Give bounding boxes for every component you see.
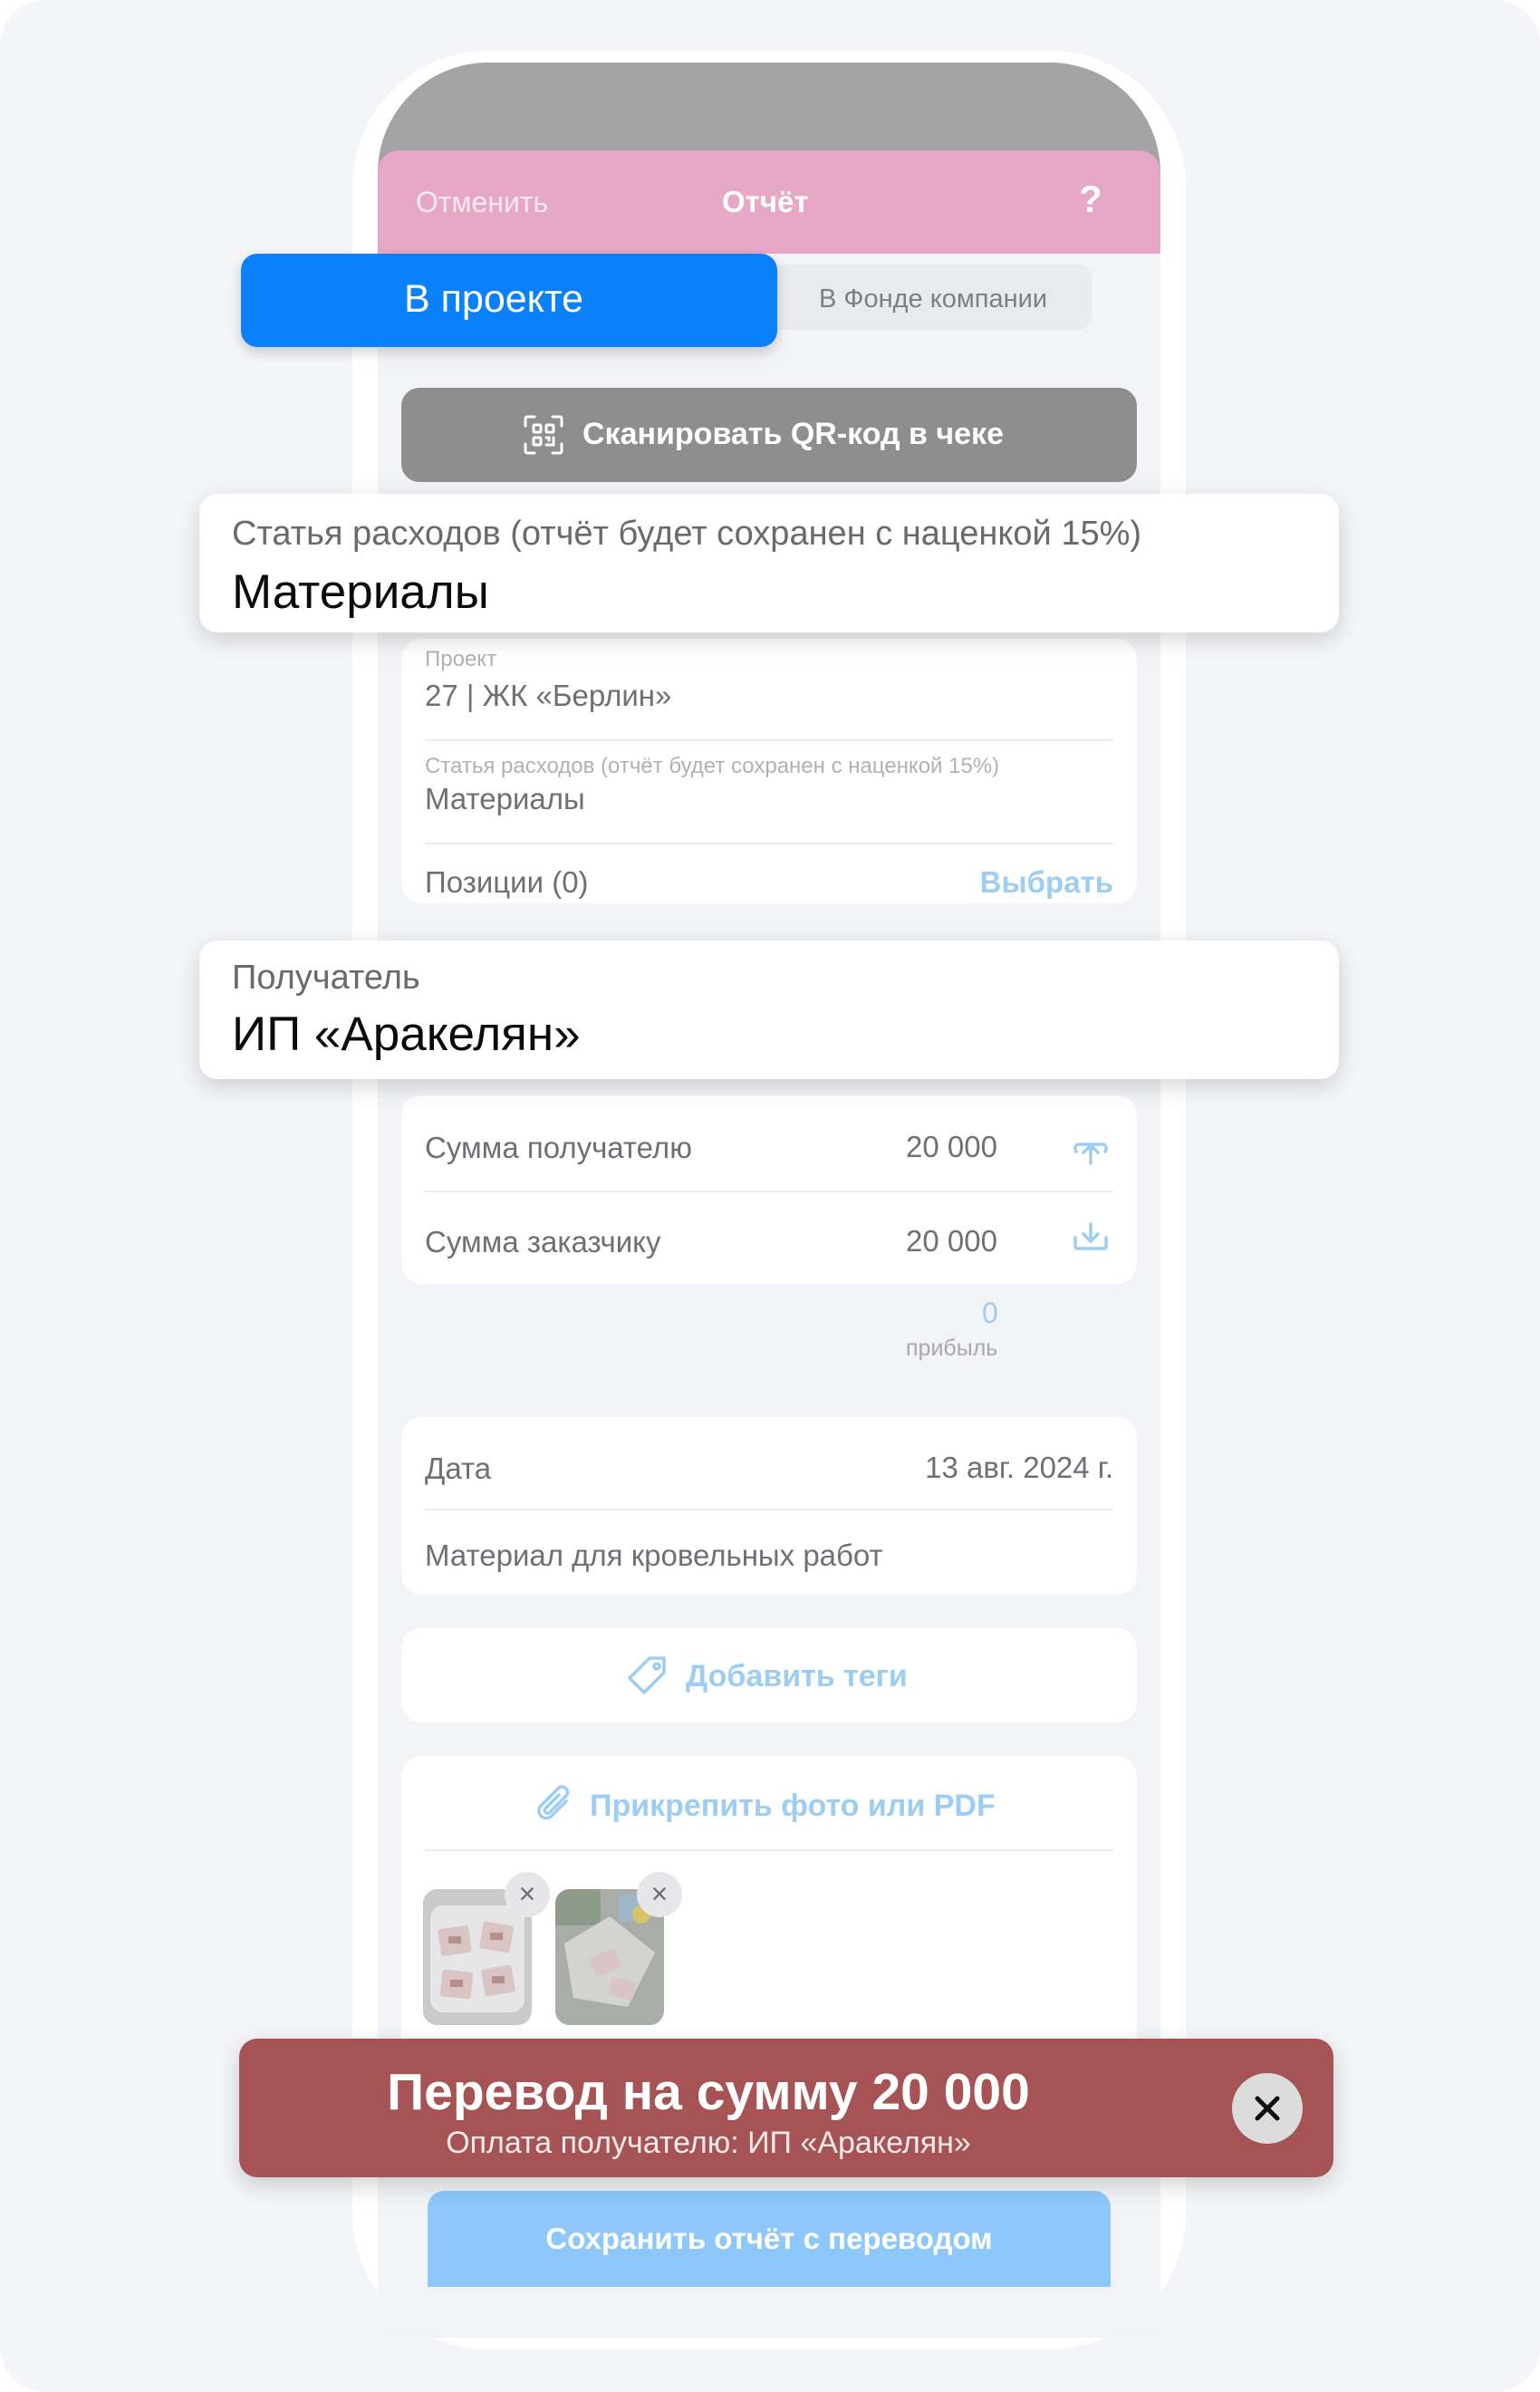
close-icon — [1255, 2096, 1280, 2121]
attach-label[interactable]: Прикрепить фото или PDF — [590, 1789, 996, 1824]
download-icon[interactable] — [1072, 1221, 1110, 1254]
expense-callout-label: Статья расходов (отчёт будет сохранен с … — [232, 515, 1142, 553]
recipient-callout-value: ИП «Аракелян» — [232, 1008, 581, 1061]
attachments-card: Прикрепить фото или PDF × × — [401, 1756, 1137, 2055]
date-label: Дата — [425, 1452, 492, 1485]
comment-text[interactable]: Материал для кровельных работ — [425, 1538, 883, 1573]
app-screen: Отменить Отчёт ? В Фонде компании Сканир… — [378, 63, 1160, 2338]
upload-icon[interactable] — [1072, 1133, 1110, 1166]
segment-company-fund-label: В Фонде компании — [819, 285, 1048, 313]
customer-amount-value[interactable]: 20 000 — [906, 1224, 997, 1259]
divider — [425, 843, 1113, 844]
help-button[interactable]: ? — [1079, 178, 1102, 221]
expense-callout: Статья расходов (отчёт будет сохранен с … — [199, 494, 1339, 632]
qr-scan-icon — [524, 415, 563, 455]
date-value[interactable]: 13 авг. 2024 г. — [925, 1451, 1113, 1485]
select-positions-link[interactable]: Выбрать — [980, 865, 1113, 900]
profit-label: прибыль — [906, 1336, 998, 1361]
scan-qr-label: Сканировать QR-код в чеке — [582, 417, 1004, 451]
paperclip-icon — [537, 1785, 570, 1820]
add-tags-button[interactable]: Добавить теги — [401, 1628, 1137, 1722]
recipient-callout-label: Получатель — [232, 959, 420, 997]
divider — [425, 1191, 1113, 1192]
project-label: Проект — [425, 647, 497, 671]
amounts-card: Сумма получателю 20 000 Сумма заказчику … — [401, 1095, 1137, 1284]
date-card: Дата 13 авг. 2024 г. Материал для кровел… — [401, 1417, 1137, 1595]
recipient-callout: Получатель ИП «Аракелян» — [199, 940, 1339, 1079]
expense-label: Статья расходов (отчёт будет сохранен с … — [425, 754, 1000, 778]
customer-amount-label: Сумма заказчику — [425, 1225, 661, 1259]
segment-in-project-label: В проекте — [404, 277, 584, 321]
divider — [425, 1849, 1113, 1851]
toast-subtitle: Оплата получателю: ИП «Аракелян» — [446, 2126, 971, 2160]
toast-title: Перевод на сумму 20 000 — [387, 2063, 1030, 2121]
page-title: Отчёт — [722, 185, 809, 218]
positions-label: Позиции (0) — [425, 865, 589, 899]
close-toast-button[interactable] — [1232, 2073, 1303, 2144]
details-card: Проект 27 | ЖК «Берлин» Статья расходов … — [401, 639, 1137, 903]
recipient-amount-label: Сумма получателю — [425, 1131, 692, 1164]
profit-value: 0 — [982, 1297, 998, 1329]
expense-value[interactable]: Материалы — [425, 782, 585, 816]
remove-attachment-button[interactable]: × — [637, 1872, 682, 1917]
segment-company-fund[interactable]: В Фонде компании — [777, 265, 1092, 330]
recipient-amount-value[interactable]: 20 000 — [906, 1130, 997, 1164]
scan-qr-button[interactable]: Сканировать QR-код в чеке — [401, 388, 1137, 482]
transfer-toast: Перевод на сумму 20 000 Оплата получател… — [239, 2039, 1333, 2177]
divider — [425, 739, 1113, 741]
cancel-button[interactable]: Отменить — [416, 186, 548, 219]
remove-attachment-button[interactable]: × — [505, 1872, 550, 1917]
nav-bar: Отменить Отчёт ? — [378, 150, 1160, 254]
expense-callout-value: Материалы — [232, 565, 489, 619]
save-report-button[interactable]: Сохранить отчёт с переводом — [428, 2191, 1111, 2287]
add-tags-label: Добавить теги — [686, 1659, 908, 1693]
save-report-label: Сохранить отчёт с переводом — [545, 2222, 993, 2255]
project-value[interactable]: 27 | ЖК «Берлин» — [425, 679, 671, 713]
divider — [425, 1509, 1113, 1510]
segment-in-project[interactable]: В проекте — [241, 254, 777, 347]
tag-icon — [628, 1656, 666, 1694]
phone-frame: Отменить Отчёт ? В Фонде компании Сканир… — [352, 51, 1186, 2349]
